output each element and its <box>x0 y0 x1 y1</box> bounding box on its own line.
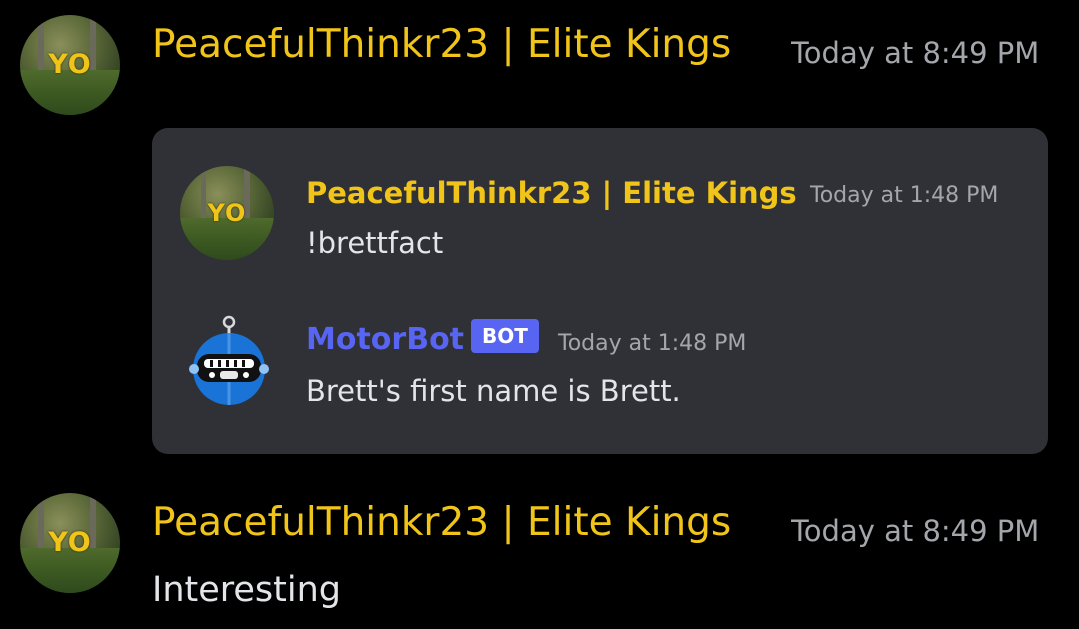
message-author-name[interactable]: PeacefulThinkr23 | Elite Kings <box>152 22 731 67</box>
bot-author-name: MotorBot <box>306 322 465 357</box>
embedded-timestamp: Today at 1:48 PM <box>810 183 999 208</box>
bot-badge: BOT <box>471 319 539 353</box>
avatar-yo-text: YO <box>48 49 92 80</box>
embedded-message-image[interactable]: YO PeacefulThinkr23 | Elite Kings Today … <box>152 128 1048 454</box>
avatar-yo-text: YO <box>207 199 247 227</box>
message-timestamp: Today at 8:49 PM <box>791 36 1040 70</box>
motorbot-avatar-icon <box>189 315 269 405</box>
message-author-name[interactable]: PeacefulThinkr23 | Elite Kings <box>152 500 731 545</box>
message-timestamp: Today at 8:49 PM <box>791 514 1040 548</box>
chat-screen: YO PeacefulThinkr23 | Elite Kings Today … <box>0 0 1079 629</box>
embedded-author-name: PeacefulThinkr23 | Elite Kings <box>306 176 797 210</box>
message-text: Interesting <box>152 570 341 610</box>
bot-timestamp: Today at 1:48 PM <box>558 331 747 356</box>
embedded-message-text: !brettfact <box>306 226 444 260</box>
user-avatar[interactable]: YO <box>20 15 120 115</box>
avatar-yo-text: YO <box>48 527 92 558</box>
bot-message-text: Brett's first name is Brett. <box>306 374 681 408</box>
user-avatar: YO <box>180 166 274 260</box>
user-avatar[interactable]: YO <box>20 493 120 593</box>
